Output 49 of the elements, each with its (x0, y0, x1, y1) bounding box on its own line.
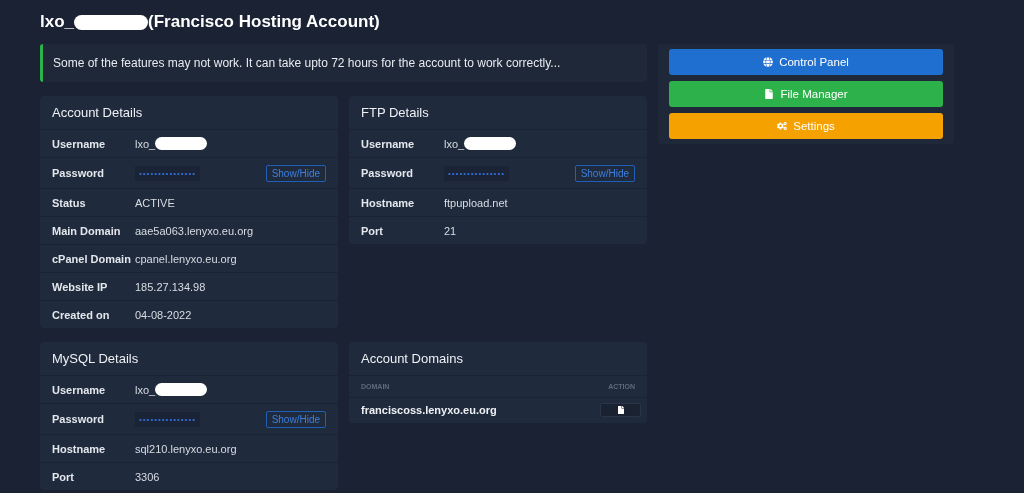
show-hide-button[interactable]: Show/Hide (265, 164, 326, 182)
field-value: ACTIVE (135, 196, 175, 209)
field-value: 04-08-2022 (135, 308, 192, 321)
card-title: Account Domains (349, 342, 647, 376)
field-label: Hostname (52, 441, 107, 456)
field-label: Username (52, 136, 107, 151)
card-title: MySQL Details (40, 342, 338, 376)
gears-icon (777, 121, 788, 131)
show-hide-button[interactable]: Show/Hide (265, 410, 326, 428)
file-icon (764, 89, 775, 99)
show-hide-button[interactable]: Show/Hide (574, 164, 635, 182)
field-label: Password (52, 412, 105, 426)
field-label: Port (361, 223, 384, 238)
field-label: Website IP (52, 279, 109, 294)
card-title: FTP Details (349, 96, 647, 130)
field-label: Username (52, 382, 107, 397)
password-value: ••••••••••••••• (135, 411, 200, 427)
field-label: Main Domain (52, 223, 122, 238)
field-value: 185.27.134.98 (135, 280, 206, 293)
field-label: Port (52, 469, 75, 484)
warning-alert: Some of the features may not work. It can take upto 72 hours for the account to work correctly... (40, 44, 647, 82)
field-label: Status (52, 195, 87, 210)
file-button[interactable] (600, 403, 641, 417)
password-value: ••••••••••••••• (135, 165, 200, 181)
field-value: ftpupload.net (444, 196, 508, 209)
action-button[interactable]: Settings (669, 113, 943, 139)
field-label: Password (361, 166, 414, 180)
file-icon (616, 406, 625, 414)
field-value: lxo_ (135, 137, 208, 150)
field-label: Password (52, 166, 105, 180)
page-title: lxo_ (40, 12, 75, 32)
page-title: (Francisco Hosting Account) (148, 12, 380, 32)
field-label: Username (361, 136, 416, 151)
field-label: Hostname (361, 195, 416, 210)
field-value: 3306 (135, 470, 160, 483)
field-value: lxo_ (135, 383, 208, 396)
action-button[interactable]: File Manager (669, 81, 943, 107)
field-value: 21 (444, 224, 457, 237)
field-value: sql210.lenyxo.eu.org (135, 442, 237, 455)
field-label: cPanel Domain (52, 251, 132, 266)
password-value: ••••••••••••••• (444, 165, 509, 181)
field-value: cpanel.lenyxo.eu.org (135, 252, 237, 265)
domain-cell: franciscoss.lenyxo.eu.org (361, 404, 497, 416)
field-value: lxo_ (444, 137, 517, 150)
globe-icon (763, 57, 774, 67)
field-value: aae5a063.lenyxo.eu.org (135, 224, 254, 237)
field-label: Created on (52, 307, 111, 322)
action-button[interactable]: Control Panel (669, 49, 943, 75)
card-title: Account Details (40, 96, 338, 130)
